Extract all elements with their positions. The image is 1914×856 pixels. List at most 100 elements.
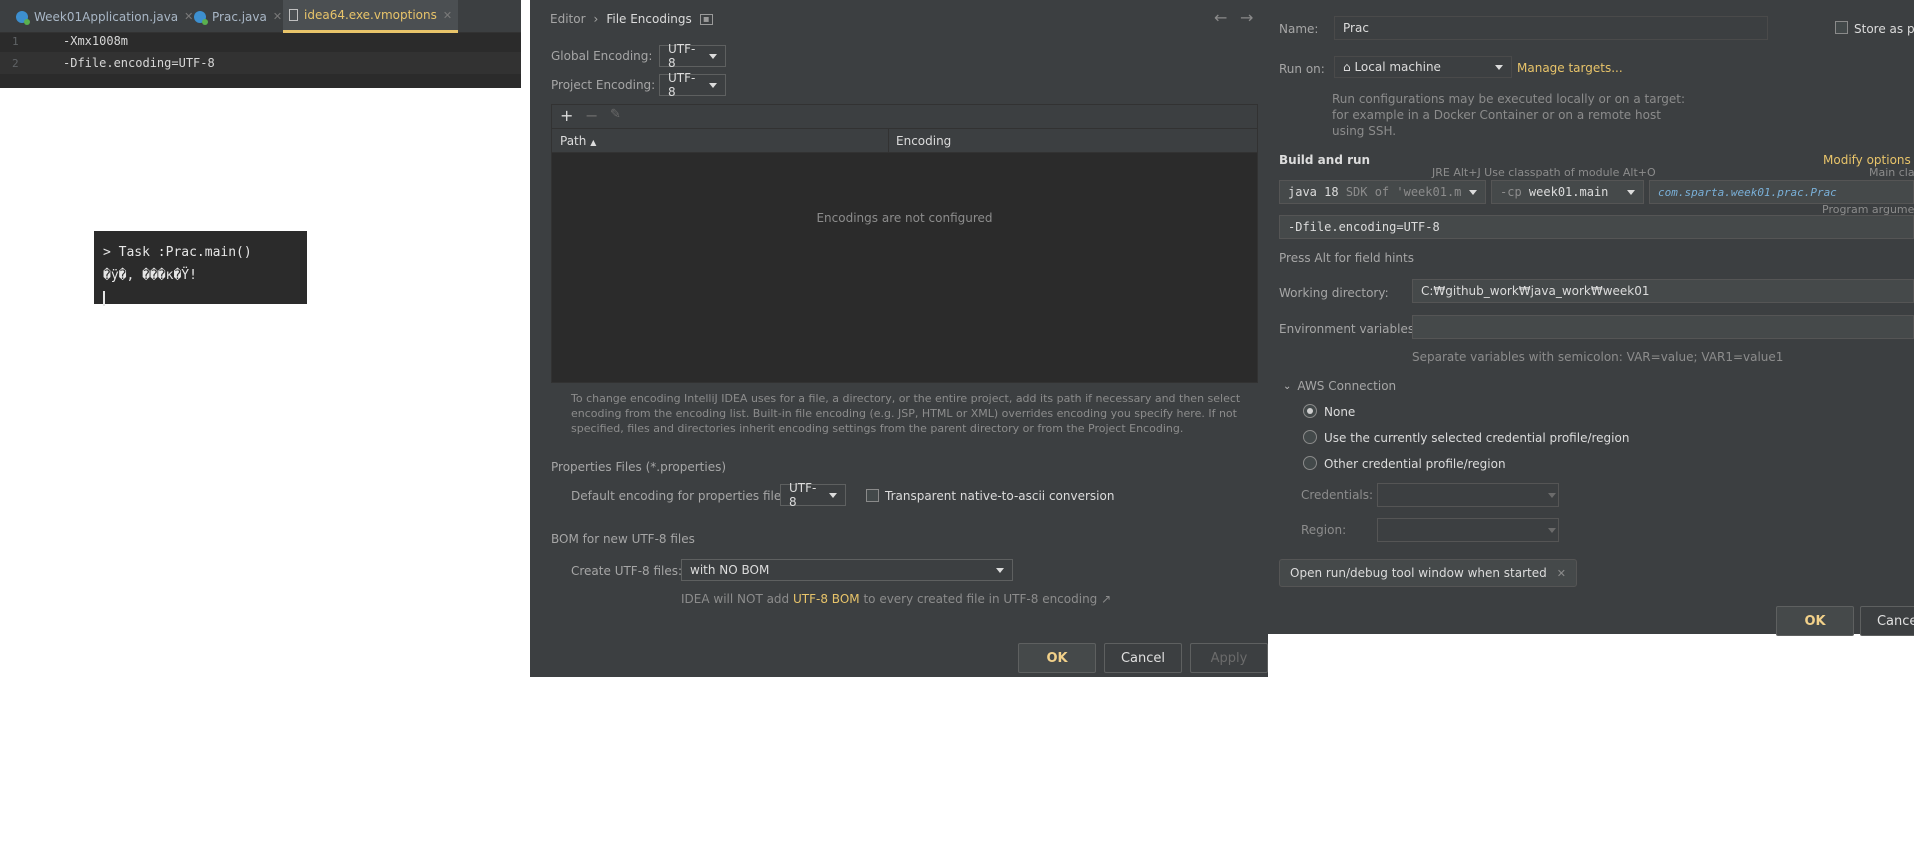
- aws-none-radio[interactable]: [1303, 404, 1317, 418]
- tab-label: Week01Application.java: [34, 9, 179, 24]
- console-caret[interactable]: [103, 287, 298, 310]
- run-on-select[interactable]: ⌂ Local machine: [1334, 56, 1512, 78]
- project-encoding-select[interactable]: UTF-8: [659, 71, 726, 99]
- column-header-encoding[interactable]: Encoding: [896, 134, 951, 148]
- sort-ascending-icon: ▲: [590, 138, 597, 147]
- cancel-button[interactable]: Cancel: [1104, 643, 1182, 673]
- tab-prac-java[interactable]: Prac.java ✕: [188, 0, 288, 33]
- settings-scope-icon: ▪: [699, 13, 713, 25]
- column-divider[interactable]: [888, 129, 889, 153]
- properties-encoding-value: UTF-8: [789, 481, 817, 509]
- line-number: 2: [12, 56, 19, 70]
- tab-idea64-vmoptions[interactable]: idea64.exe.vmoptions ✕: [283, 0, 459, 33]
- project-encoding-value: UTF-8: [668, 71, 696, 99]
- table-toolbar: + − ✎: [552, 105, 1257, 129]
- column-header-path[interactable]: Path ▲: [560, 134, 596, 148]
- bom-note-link[interactable]: UTF-8 BOM: [793, 592, 860, 606]
- environment-variables-label: Environment variables:: [1279, 322, 1419, 336]
- back-arrow-icon[interactable]: ←: [1214, 8, 1227, 27]
- jre-detail: SDK of 'week01.m: [1345, 185, 1462, 199]
- build-and-run-title: Build and run: [1279, 153, 1371, 167]
- editor-tab-bar: Week01Application.java ✕ Prac.java ✕ ide…: [0, 0, 521, 33]
- chevron-down-icon: [1495, 64, 1503, 70]
- close-icon[interactable]: ✕: [443, 9, 452, 22]
- run-on-label: Run on:: [1279, 62, 1325, 76]
- project-encoding-label: Project Encoding:: [551, 78, 656, 92]
- ok-button[interactable]: OK: [1018, 643, 1096, 673]
- empty-table-message: Encodings are not configured: [816, 211, 993, 225]
- transparent-ascii-checkbox[interactable]: [866, 489, 879, 502]
- store-as-project-checkbox[interactable]: [1835, 21, 1848, 34]
- close-icon[interactable]: ✕: [273, 10, 282, 23]
- code-text[interactable]: -Xmx1008m: [63, 34, 128, 48]
- cp-value: week01.main: [1528, 185, 1609, 199]
- breadcrumb: Editor › File Encodings ▪: [550, 12, 713, 26]
- run-configuration-dialog: Name: Prac Store as pr Run on: ⌂ Local m…: [1268, 0, 1914, 636]
- properties-encoding-select[interactable]: UTF-8: [780, 481, 846, 509]
- jre-select[interactable]: java 18 SDK of 'week01.m: [1279, 180, 1486, 204]
- classpath-module-select[interactable]: -cp week01.main: [1491, 180, 1644, 204]
- manage-targets-link[interactable]: Manage targets...: [1517, 61, 1623, 75]
- add-icon[interactable]: +: [560, 106, 573, 125]
- aws-connection-section[interactable]: ⌄ AWS Connection: [1283, 379, 1396, 393]
- java-class-icon: [16, 10, 30, 25]
- modify-options-link[interactable]: Modify options: [1823, 153, 1911, 167]
- tab-label: idea64.exe.vmoptions: [304, 8, 437, 22]
- create-utf8-select[interactable]: with NO BOM: [681, 559, 1013, 581]
- edit-icon[interactable]: ✎: [610, 107, 621, 122]
- main-class-input[interactable]: com.sparta.week01.prac.Prac: [1649, 180, 1914, 204]
- aws-other-radio[interactable]: [1303, 456, 1317, 470]
- table-header: Path ▲ Encoding: [552, 129, 1257, 153]
- chevron-down-icon: [829, 492, 837, 498]
- aws-current-radio[interactable]: [1303, 430, 1317, 444]
- global-encoding-label: Global Encoding:: [551, 49, 653, 63]
- shortcut-hint: JRE Alt+J Use classpath of module Alt+O: [1432, 166, 1656, 179]
- credentials-select[interactable]: [1377, 483, 1559, 507]
- properties-section-title: Properties Files (*.properties): [551, 460, 727, 474]
- tab-week01application[interactable]: Week01Application.java ✕: [10, 0, 199, 33]
- code-editor: Week01Application.java ✕ Prac.java ✕ ide…: [0, 0, 521, 88]
- transparent-ascii-label[interactable]: Transparent native-to-ascii conversion: [885, 489, 1114, 503]
- chevron-down-icon: [1627, 189, 1635, 195]
- store-as-project-label[interactable]: Store as pr: [1854, 22, 1914, 36]
- code-text[interactable]: -Dfile.encoding=UTF-8: [63, 56, 215, 70]
- bom-note-suffix[interactable]: to every created file in UTF-8 encoding …: [863, 592, 1111, 606]
- working-directory-input[interactable]: C:₩github_work₩java_work₩week01: [1412, 279, 1914, 303]
- java-class-icon: [194, 10, 208, 25]
- console-line: �ÿ�, ���κ�Ÿ!: [103, 268, 197, 283]
- chevron-down-icon: ⌄: [1283, 380, 1292, 392]
- vm-options-input[interactable]: -Dfile.encoding=UTF-8: [1279, 215, 1914, 239]
- chevron-down-icon: [1548, 527, 1556, 533]
- open-tool-window-tag[interactable]: Open run/debug tool window when started …: [1279, 559, 1577, 587]
- environment-variables-hint: Separate variables with semicolon: VAR=v…: [1412, 350, 1784, 364]
- environment-variables-input[interactable]: [1412, 315, 1914, 339]
- tab-label: Prac.java: [212, 9, 267, 24]
- breadcrumb-editor[interactable]: Editor: [550, 12, 586, 26]
- console-line: > Task :Prac.main(): [103, 245, 252, 260]
- ok-button[interactable]: OK: [1776, 606, 1854, 636]
- apply-button[interactable]: Apply: [1190, 643, 1268, 673]
- page-title: File Encodings: [606, 12, 692, 26]
- cancel-button[interactable]: Cancel: [1860, 606, 1914, 636]
- file-encodings-dialog: Editor › File Encodings ▪ ← → Global Enc…: [530, 0, 1268, 677]
- open-tool-window-label: Open run/debug tool window when started: [1290, 566, 1547, 580]
- main-class-hint: Main cla: [1869, 166, 1914, 179]
- global-encoding-select[interactable]: UTF-8: [659, 42, 726, 70]
- region-label: Region:: [1301, 523, 1347, 537]
- remove-icon[interactable]: −: [585, 106, 598, 125]
- run-on-hint: Run configurations may be executed local…: [1332, 92, 1686, 138]
- field-hints-text: Press Alt for field hints: [1279, 251, 1414, 265]
- name-label: Name:: [1279, 22, 1319, 36]
- region-select[interactable]: [1377, 518, 1559, 542]
- run-console-output: > Task :Prac.main() �ÿ�, ���κ�Ÿ!: [94, 231, 307, 306]
- bom-note: IDEA will NOT add UTF-8 BOM to every cre…: [681, 592, 1111, 606]
- aws-other-label[interactable]: Other credential profile/region: [1324, 457, 1506, 471]
- chevron-down-icon: [709, 82, 717, 88]
- forward-arrow-icon[interactable]: →: [1240, 8, 1253, 27]
- chevron-down-icon: [1469, 189, 1477, 195]
- properties-encoding-label: Default encoding for properties files:: [571, 489, 792, 503]
- name-input[interactable]: Prac: [1334, 16, 1768, 40]
- aws-current-label[interactable]: Use the currently selected credential pr…: [1324, 431, 1629, 445]
- close-icon[interactable]: ✕: [1557, 567, 1566, 580]
- aws-none-label[interactable]: None: [1324, 405, 1355, 419]
